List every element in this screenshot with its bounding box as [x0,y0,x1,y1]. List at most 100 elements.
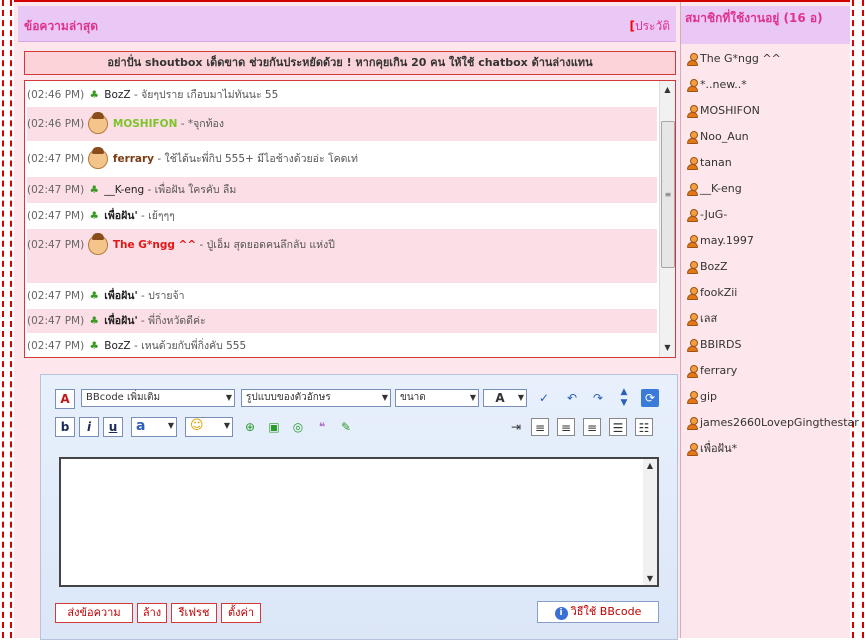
clear-button[interactable]: ล้าง [137,603,167,623]
member-name[interactable]: MOSHIFON [700,104,760,117]
refresh-icon[interactable]: ⟳ [641,389,659,407]
member-name[interactable]: BBIRDS [700,338,741,351]
member-item[interactable]: The G*ngg ^^ [687,50,847,76]
message-user[interactable]: ferrary [113,153,154,165]
smiley-icon[interactable]: ☺ [190,418,204,433]
member-item[interactable]: ferrary [687,362,847,388]
sprout-icon: ♣ [89,290,99,302]
scroll-down-icon[interactable]: ▼ [660,341,675,355]
message-scrollbar[interactable]: ▲ ≡ ▼ [659,81,675,357]
member-item[interactable]: BozZ [687,258,847,284]
member-name[interactable]: __K-eng [700,182,742,195]
underline-button[interactable]: u [103,417,123,437]
member-name[interactable]: tanan [700,156,732,169]
align-center-icon[interactable]: ≡ [557,418,575,436]
message-time: (02:47 PM) [27,239,85,251]
text-style-icon[interactable]: A [55,389,75,409]
member-item[interactable]: Noo_Aun [687,128,847,154]
message-user[interactable]: __K-eng [104,184,144,196]
notice-banner: อย่าปั่น shoutbox เด็ดขาด ช่วยกันประหยัด… [24,51,676,75]
message-user[interactable]: The G*ngg ^^ [113,239,196,251]
member-name[interactable]: james2660LovepGingthestar [700,416,859,429]
italic-button[interactable]: i [79,417,99,437]
member-item[interactable]: MOSHIFON [687,102,847,128]
ordered-list-icon[interactable]: ☰ [609,418,627,436]
member-item[interactable]: james2660LovepGingthestar [687,414,859,440]
align-left-icon[interactable]: ≡ [531,418,549,436]
input-scrollbar[interactable]: ▲ ▼ [643,459,657,585]
member-name[interactable]: Noo_Aun [700,130,749,143]
refresh-button[interactable]: รีเฟรช [171,603,217,623]
spellcheck-icon[interactable]: ✓ [535,389,553,407]
bold-button[interactable]: b [55,417,75,437]
frame-border-left-inner [10,0,12,638]
undo-icon[interactable]: ↶ [563,389,581,407]
smiley-select[interactable]: ☺ [185,417,233,437]
member-item[interactable]: __K-eng [687,180,847,206]
insert-media-icon[interactable]: ◎ [289,418,307,436]
resize-icon[interactable]: ▲ ▼ [615,387,633,409]
sprout-icon: ♣ [89,340,99,352]
user-icon [687,156,698,170]
member-item[interactable]: เพื่อฝัน* [687,440,847,466]
align-right-icon[interactable]: ≡ [583,418,601,436]
user-icon [687,312,698,326]
scroll-thumb[interactable]: ≡ [661,121,675,268]
member-item[interactable]: fookZii [687,284,847,310]
member-item[interactable]: *..new..* [687,76,847,102]
online-members-panel: สมาชิกที่ใช้งานอยู่ (16 อ) The G*ngg ^^ … [681,2,859,638]
avatar [87,112,108,134]
size-select[interactable]: ขนาด [395,389,479,407]
indent-icon[interactable]: ⇥ [507,418,525,436]
member-name[interactable]: *..new..* [700,78,747,91]
member-name[interactable]: BozZ [700,260,728,273]
member-name[interactable]: gip [700,390,717,403]
history-label[interactable]: ประวัติ [635,19,670,33]
message-user[interactable]: เพื่อฝัน' [104,210,137,222]
message-row: (02:47 PM) ♣ BozZ - เหนด้วยกับพี่กิ่งคับ… [27,333,657,357]
message-user[interactable]: BozZ [104,340,130,352]
insert-link-icon[interactable]: ⊕ [241,418,259,436]
font-color-select[interactable]: A [483,389,527,407]
info-icon: i [554,607,568,620]
font-select[interactable]: รูปแบบของตัวอักษร [241,389,391,407]
member-item[interactable]: gip [687,388,847,414]
redo-icon[interactable]: ↷ [589,389,607,407]
settings-button[interactable]: ตั้งค่า [221,603,261,623]
input-scroll-up-icon[interactable]: ▲ [643,461,657,470]
member-name[interactable]: may.1997 [700,234,754,247]
message-user[interactable]: เพื่อฝัน' [104,290,137,302]
insert-image-icon[interactable]: ▣ [265,418,283,436]
send-button[interactable]: ส่งข้อความ [55,603,133,623]
member-item[interactable]: -JuG- [687,206,847,232]
member-item[interactable]: may.1997 [687,232,847,258]
highlight-select[interactable]: a [131,417,177,437]
message-user[interactable]: MOSHIFON [113,118,178,130]
insert-code-icon[interactable]: ✎ [337,418,355,436]
message-input[interactable]: ▲ ▼ [59,457,659,587]
member-name[interactable]: -JuG- [700,208,727,221]
message-list[interactable]: (02:46 PM) ♣ BozZ - จัยๆปราย เกือบมาไม่ท… [24,80,676,358]
member-item[interactable]: BBIRDS [687,336,847,362]
input-scroll-down-icon[interactable]: ▼ [643,574,657,583]
member-name[interactable]: ferrary [700,364,737,377]
member-name[interactable]: เลส [700,312,717,325]
scroll-up-icon[interactable]: ▲ [660,83,675,97]
user-icon [687,364,698,378]
message-user[interactable]: เพื่อฝัน' [104,315,137,327]
message-user[interactable]: BozZ [104,89,130,101]
member-name[interactable]: The G*ngg ^^ [700,52,781,65]
message-text: - ปรายจ้า [141,290,185,302]
member-item[interactable]: เลส [687,310,847,336]
member-item[interactable]: tanan [687,154,847,180]
message-text: - ใช้ได้นะพี่กิป 555+ มีไอช้างด้วยอ่ะ โค… [157,153,358,165]
bullet-list-icon[interactable]: ☷ [635,418,653,436]
member-name[interactable]: เพื่อฝัน* [700,442,737,455]
shoutbox-panel: ข้อความล่าสุด [ประวัติ อย่าปั่น shoutbox… [14,2,681,640]
message-time: (02:47 PM) [27,340,85,352]
insert-quote-icon[interactable]: ❝ [313,418,331,436]
member-name[interactable]: fookZii [700,286,737,299]
history-link[interactable]: [ประวัติ [629,17,670,36]
bbcode-help-button[interactable]: i วิธีใช้ BBcode [537,601,659,623]
bbcode-select[interactable]: BBcode เพิ่มเติม [81,389,235,407]
